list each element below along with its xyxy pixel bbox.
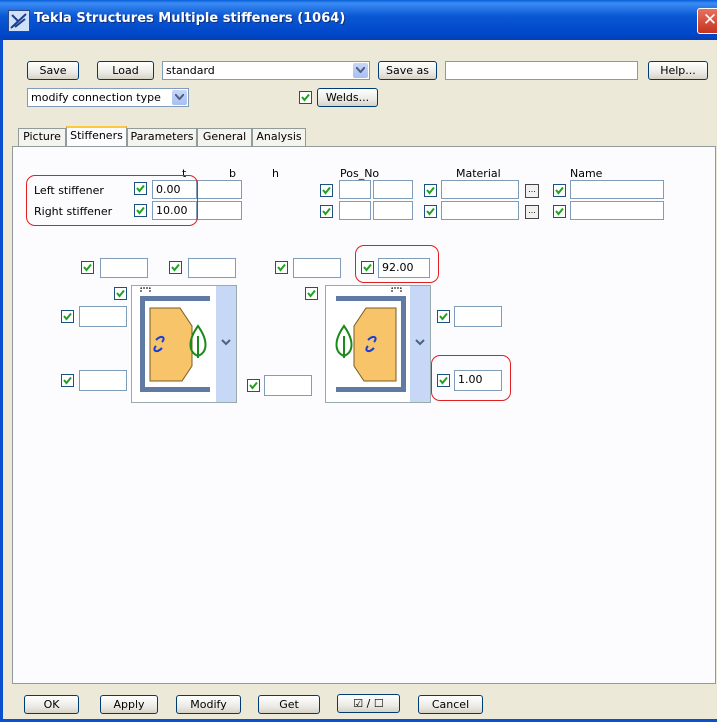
close-button[interactable]: ✕ [697, 8, 717, 34]
dialog-window: Tekla Structures Multiple stiffeners (10… [0, 0, 717, 722]
save-as-button[interactable]: Save as [378, 61, 437, 80]
left-stiffener-b-input[interactable] [197, 180, 242, 199]
left-stiffener-material-browse-button[interactable]: ... [525, 184, 539, 198]
left-stiffener-pos-checkbox[interactable] [320, 184, 333, 197]
header-name: Name [570, 167, 603, 180]
middle-bottom-checkbox[interactable] [247, 379, 260, 392]
welds-button[interactable]: Welds... [317, 88, 378, 107]
right-top-1-input[interactable] [293, 258, 341, 278]
right-stiffener-b-input[interactable] [197, 201, 242, 220]
middle-bottom-input[interactable] [264, 375, 312, 396]
right-stiffener-pos-start-input[interactable] [373, 201, 413, 220]
right-stiffener-pos-prefix-input[interactable] [339, 201, 371, 220]
left-bottom-input[interactable] [79, 370, 127, 391]
right-stiffener-name-checkbox[interactable] [553, 205, 566, 218]
window-border-left [0, 40, 3, 722]
right-top-1-checkbox[interactable] [275, 261, 288, 274]
right-stiffener-diagram [335, 286, 430, 402]
left-stiffener-material-input[interactable] [441, 180, 519, 199]
welds-checkbox[interactable] [299, 91, 312, 104]
right-mid-input[interactable] [454, 306, 502, 327]
right-picture-top-checkbox[interactable] [305, 287, 318, 300]
tab-picture[interactable]: Picture [18, 128, 66, 146]
header-pos-no: Pos_No [340, 167, 380, 180]
left-top-2-checkbox[interactable] [169, 261, 182, 274]
left-top-2-input[interactable] [188, 258, 236, 278]
right-stiffener-material-input[interactable] [441, 201, 519, 220]
tab-general[interactable]: General [197, 128, 252, 146]
left-stiffener-material-checkbox[interactable] [424, 184, 437, 197]
apply-button[interactable]: Apply [100, 695, 158, 714]
stiffener-thickness-highlight [26, 175, 198, 226]
left-stiffener-pos-start-input[interactable] [373, 180, 413, 199]
header-material: Material [456, 167, 501, 180]
left-mid-checkbox[interactable] [61, 310, 74, 323]
right-stiffener-material-checkbox[interactable] [424, 205, 437, 218]
connection-type-value: modify connection type [31, 91, 161, 104]
tab-analysis[interactable]: Analysis [252, 128, 306, 146]
chevron-down-icon[interactable] [353, 63, 368, 78]
header-b: b [229, 167, 236, 180]
left-picture-top-checkbox[interactable] [114, 287, 127, 300]
modify-button[interactable]: Modify [176, 695, 241, 714]
load-button[interactable]: Load [97, 61, 154, 80]
left-bottom-checkbox[interactable] [61, 374, 74, 387]
ok-button[interactable]: OK [24, 695, 79, 714]
left-stiffener-pos-prefix-input[interactable] [339, 180, 371, 199]
left-stiffener-diagram [140, 286, 236, 402]
left-top-1-checkbox[interactable] [81, 261, 94, 274]
left-mid-input[interactable] [79, 306, 127, 327]
chevron-down-icon[interactable] [172, 90, 187, 105]
tab-stiffeners[interactable]: Stiffeners [66, 126, 127, 148]
save-as-name-input[interactable] [445, 61, 638, 80]
toggle-all-checkboxes-button[interactable]: ☑ / ☐ [337, 694, 400, 713]
left-stiffener-name-input[interactable] [570, 180, 664, 199]
save-button[interactable]: Save [27, 61, 79, 80]
title-bar[interactable]: Tekla Structures Multiple stiffeners (10… [0, 0, 717, 40]
connection-type-select[interactable]: modify connection type [27, 88, 189, 107]
stiffeners-panel [12, 146, 716, 684]
tab-parameters[interactable]: Parameters [127, 128, 197, 146]
right-stiffener-name-input[interactable] [570, 201, 664, 220]
left-stiffener-picture [131, 285, 237, 403]
right-stiffener-material-browse-button[interactable]: ... [525, 205, 539, 219]
window-title: Tekla Structures Multiple stiffeners (10… [34, 11, 346, 26]
header-h: h [272, 167, 279, 180]
right-mid-checkbox[interactable] [437, 310, 450, 323]
tekla-app-icon [8, 10, 30, 32]
left-stiffener-name-checkbox[interactable] [553, 184, 566, 197]
help-button[interactable]: Help... [648, 61, 708, 80]
right-stiffener-picture [325, 285, 431, 403]
right-stiffener-pos-checkbox[interactable] [320, 205, 333, 218]
preset-value: standard [166, 64, 215, 77]
bottom-offset-highlight [431, 355, 511, 401]
get-button[interactable]: Get [258, 695, 320, 714]
cancel-button[interactable]: Cancel [418, 695, 483, 714]
preset-select[interactable]: standard [162, 61, 370, 80]
left-top-1-input[interactable] [100, 258, 148, 278]
top-offset-highlight [355, 245, 439, 283]
